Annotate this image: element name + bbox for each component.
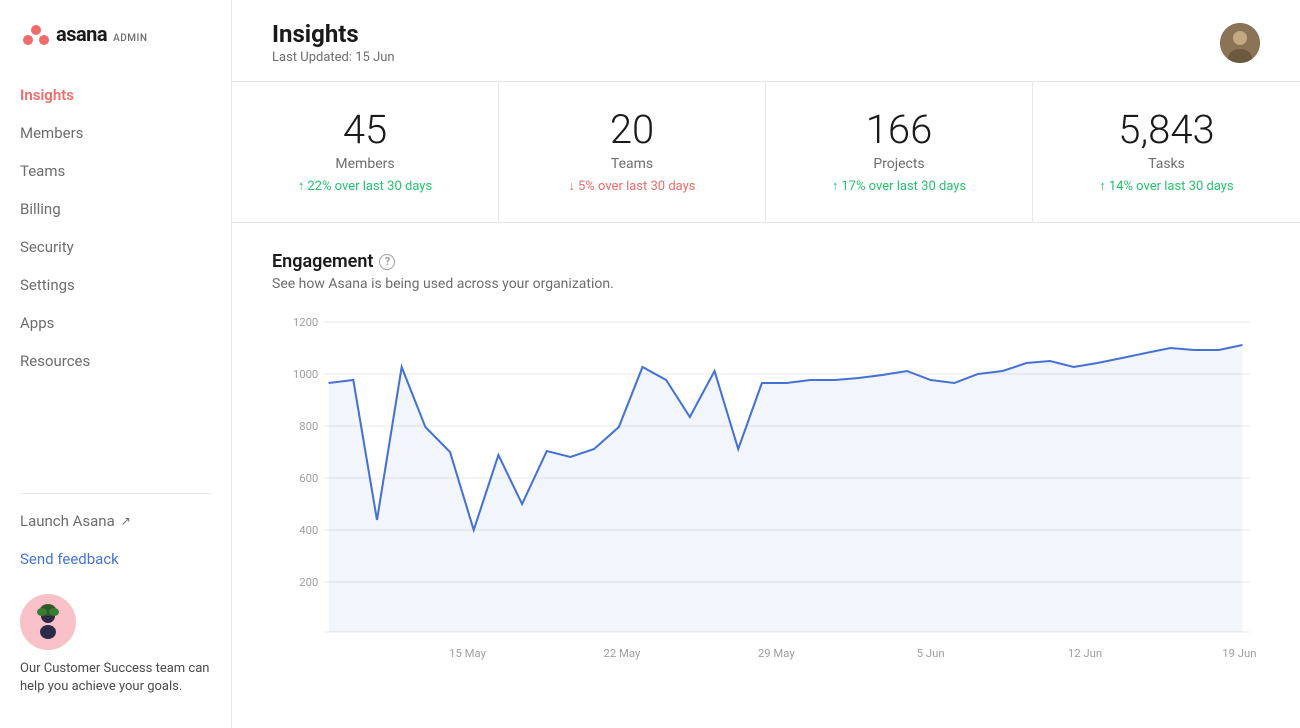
stat-teams-number: 20 — [610, 110, 654, 150]
svg-text:600: 600 — [299, 472, 318, 485]
stat-members: 45 Members 22% over last 30 days — [232, 82, 499, 222]
stat-members-change-text: 22% over last 30 days — [307, 179, 432, 194]
asana-logo: asana ADMIN — [20, 18, 147, 50]
sidebar-divider — [20, 493, 211, 494]
user-avatar-icon — [1220, 23, 1260, 63]
asana-logo-icon — [20, 18, 52, 50]
external-link-icon: ↗ — [121, 514, 131, 528]
stat-teams-label: Teams — [611, 156, 653, 172]
stat-projects-number: 166 — [866, 110, 933, 150]
svg-text:5 Jun: 5 Jun — [917, 647, 945, 660]
sidebar-item-resources[interactable]: Resources — [0, 342, 231, 380]
svg-text:800: 800 — [299, 420, 318, 433]
cs-avatar-illustration — [28, 602, 68, 642]
user-avatar[interactable] — [1220, 23, 1260, 63]
stat-teams-change: 5% over last 30 days — [568, 178, 695, 194]
down-arrow-icon — [568, 178, 575, 194]
engagement-chart: 1200 1000 800 600 400 200 15 May 22 May … — [272, 312, 1260, 682]
sidebar-item-billing[interactable]: Billing — [0, 190, 231, 228]
engagement-header: Engagement ? — [272, 251, 1260, 272]
svg-text:12 Jun: 12 Jun — [1068, 647, 1102, 660]
sidebar-item-billing-label: Billing — [20, 200, 61, 218]
sidebar: asana ADMIN Insights Members Teams Billi… — [0, 0, 232, 728]
header-left: Insights Last Updated: 15 Jun — [272, 20, 395, 65]
customer-success-text: Our Customer Success team can help you a… — [20, 660, 211, 696]
up-arrow-icon-3 — [1099, 178, 1106, 194]
stats-row: 45 Members 22% over last 30 days 20 Team… — [232, 82, 1300, 223]
up-arrow-icon — [298, 178, 305, 194]
svg-text:22 May: 22 May — [604, 647, 642, 660]
stat-tasks-change: 14% over last 30 days — [1099, 178, 1233, 194]
svg-text:400: 400 — [299, 524, 318, 537]
sidebar-item-insights-label: Insights — [20, 86, 74, 104]
stat-projects-change-text: 17% over last 30 days — [841, 179, 966, 194]
stat-tasks: 5,843 Tasks 14% over last 30 days — [1033, 82, 1300, 222]
sidebar-item-security[interactable]: Security — [0, 228, 231, 266]
engagement-section: Engagement ? See how Asana is being used… — [232, 223, 1300, 710]
svg-text:29 May: 29 May — [758, 647, 796, 660]
stat-projects-change: 17% over last 30 days — [832, 178, 966, 194]
launch-asana-item[interactable]: Launch Asana ↗ — [0, 502, 231, 540]
last-updated: Last Updated: 15 Jun — [272, 50, 395, 65]
svg-text:15 May: 15 May — [449, 647, 487, 660]
sidebar-item-teams-label: Teams — [20, 162, 65, 180]
chart-fill — [329, 345, 1243, 632]
logo-text: asana — [56, 22, 107, 46]
launch-asana-label: Launch Asana — [20, 512, 115, 530]
stat-members-change: 22% over last 30 days — [298, 178, 432, 194]
main-content: Insights Last Updated: 15 Jun 45 Members… — [232, 0, 1300, 728]
up-arrow-icon-2 — [832, 178, 839, 194]
sidebar-item-apps[interactable]: Apps — [0, 304, 231, 342]
page-header: Insights Last Updated: 15 Jun — [232, 0, 1300, 82]
customer-success-avatar — [20, 594, 76, 650]
stat-projects-label: Projects — [873, 156, 924, 172]
stat-tasks-change-text: 14% over last 30 days — [1109, 179, 1234, 194]
stat-tasks-label: Tasks — [1148, 156, 1185, 172]
svg-text:19 Jun: 19 Jun — [1222, 647, 1256, 660]
stat-tasks-number: 5,843 — [1118, 110, 1214, 150]
sidebar-item-members[interactable]: Members — [0, 114, 231, 152]
engagement-info-icon[interactable]: ? — [379, 254, 395, 270]
sidebar-item-insights[interactable]: Insights — [0, 76, 231, 114]
sidebar-item-apps-label: Apps — [20, 314, 54, 332]
page-title: Insights — [272, 20, 395, 48]
stat-members-number: 45 — [343, 110, 387, 150]
stat-members-label: Members — [335, 156, 394, 172]
sidebar-item-settings-label: Settings — [20, 276, 75, 294]
sidebar-logo: asana ADMIN — [0, 0, 231, 68]
sidebar-item-teams[interactable]: Teams — [0, 152, 231, 190]
admin-badge: ADMIN — [113, 33, 147, 44]
user-avatar-image — [1220, 23, 1260, 63]
stat-projects: 166 Projects 17% over last 30 days — [766, 82, 1033, 222]
svg-text:1200: 1200 — [293, 316, 318, 329]
stat-teams-change-text: 5% over last 30 days — [578, 179, 696, 194]
sidebar-navigation: Insights Members Teams Billing Security … — [0, 68, 231, 477]
svg-text:1000: 1000 — [293, 368, 318, 381]
svg-text:200: 200 — [299, 576, 318, 589]
sidebar-item-settings[interactable]: Settings — [0, 266, 231, 304]
engagement-chart-svg: 1200 1000 800 600 400 200 15 May 22 May … — [272, 312, 1260, 682]
stat-teams: 20 Teams 5% over last 30 days — [499, 82, 766, 222]
sidebar-item-resources-label: Resources — [20, 352, 90, 370]
send-feedback-button[interactable]: Send feedback — [0, 540, 231, 578]
sidebar-item-members-label: Members — [20, 124, 83, 142]
engagement-subtitle: See how Asana is being used across your … — [272, 276, 1260, 292]
customer-success-card: Our Customer Success team can help you a… — [20, 594, 211, 696]
engagement-title: Engagement — [272, 251, 373, 272]
sidebar-item-security-label: Security — [20, 238, 74, 256]
sidebar-bottom: Launch Asana ↗ Send feedback Our Custome… — [0, 477, 231, 728]
